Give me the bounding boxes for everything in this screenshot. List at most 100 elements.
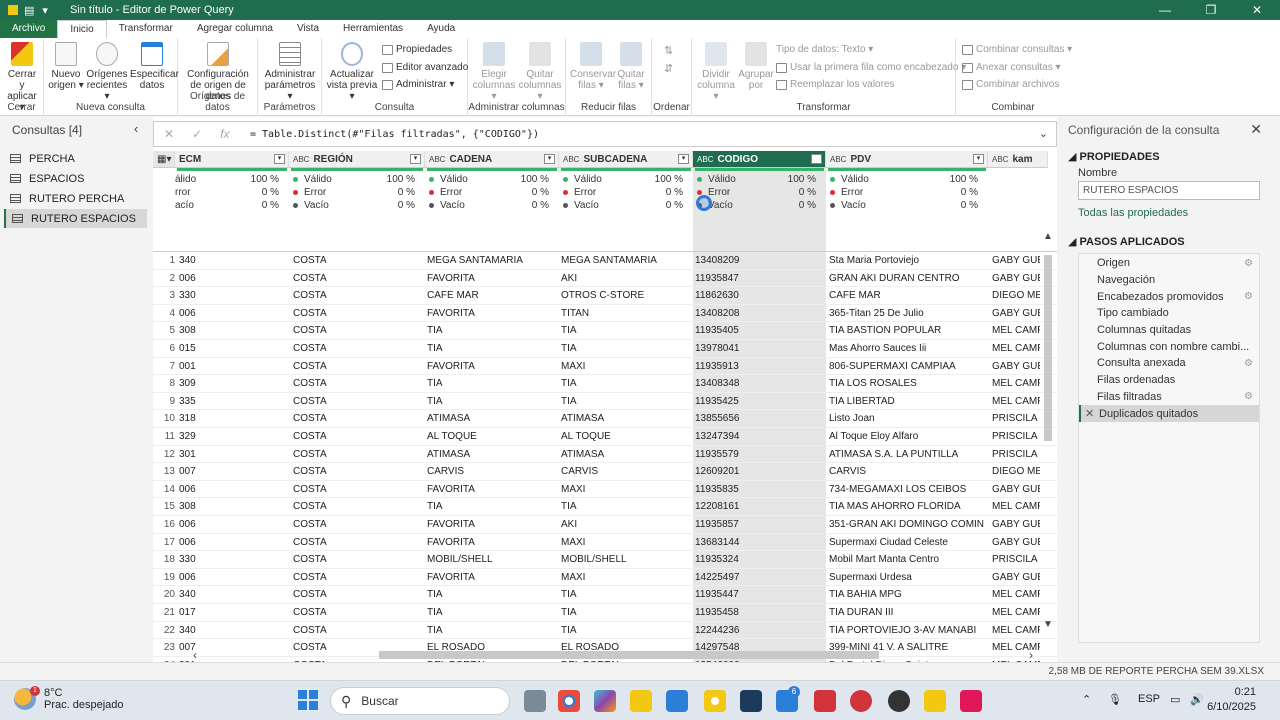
- table-row[interactable]: 5 308 COSTA TIA TIA 11935405 TIA BASTION POPUL…: [153, 322, 1057, 340]
- table-cell[interactable]: 329: [179, 431, 196, 442]
- table-cell[interactable]: 017: [179, 607, 196, 618]
- filter-dropdown-icon[interactable]: ▾: [678, 154, 689, 164]
- table-cell[interactable]: AL TOQUE: [561, 431, 611, 442]
- step-settings-gear-icon[interactable]: ⚙: [1244, 291, 1253, 302]
- table-cell[interactable]: COSTA: [293, 396, 327, 407]
- append-queries-button[interactable]: Anexar consultas ▾: [962, 62, 1061, 73]
- table-cell[interactable]: MAXI: [561, 361, 585, 372]
- table-row[interactable]: 15 308 COSTA TIA TIA 12208161 TIA MAS AHORRO F…: [153, 498, 1057, 516]
- table-cell[interactable]: AL TOQUE: [427, 431, 477, 442]
- table-cell[interactable]: 11935835: [695, 484, 739, 495]
- table-cell[interactable]: GABY GUER: [992, 361, 1040, 372]
- table-cell[interactable]: ATIMASA: [427, 449, 470, 460]
- table-cell[interactable]: Mobil Mart Manta Centro: [829, 554, 939, 565]
- table-cell[interactable]: 13408208: [695, 308, 740, 319]
- browser-icon[interactable]: [704, 690, 726, 712]
- table-cell[interactable]: TIA: [427, 607, 443, 618]
- table-cell[interactable]: 006: [179, 273, 196, 284]
- recent-sources-button[interactable]: Orígenes recientes ▾: [86, 42, 128, 102]
- table-cell[interactable]: DIEGO MER: [992, 290, 1040, 301]
- netflix-icon[interactable]: [814, 690, 836, 712]
- fx-icon[interactable]: fx: [220, 127, 229, 141]
- table-cell[interactable]: GABY GUER: [992, 572, 1040, 583]
- table-cell[interactable]: FAVORITA: [427, 273, 475, 284]
- applied-step[interactable]: Filas filtradas ⚙: [1079, 389, 1259, 406]
- table-cell[interactable]: COSTA: [293, 589, 327, 600]
- table-row[interactable]: 13 007 COSTA CARVIS CARVIS 12609201 CARVIS DIEG…: [153, 463, 1057, 481]
- quick-access-dropdown-icon[interactable]: ▾: [42, 4, 48, 17]
- table-cell[interactable]: 340: [179, 255, 196, 266]
- table-cell[interactable]: GABY GUER: [992, 484, 1040, 495]
- table-cell[interactable]: CAFÉ MAR: [427, 290, 479, 301]
- table-row[interactable]: 1 340 COSTA MEGA SANTAMARIA MEGA SANTAMARIA 1…: [153, 252, 1057, 270]
- table-cell[interactable]: COSTA: [293, 449, 327, 460]
- step-settings-gear-icon[interactable]: ⚙: [1244, 358, 1253, 369]
- table-row[interactable]: 2 006 COSTA FAVORITA AKI 11935847 GRAN AKI DUR…: [153, 270, 1057, 288]
- collapse-pane-icon[interactable]: ‹: [134, 121, 138, 136]
- table-row[interactable]: 9 335 COSTA TIA TIA 11935425 TIA LIBERTAD MEL C…: [153, 393, 1057, 411]
- query-name-input[interactable]: RUTERO ESPACIOS: [1078, 181, 1260, 200]
- commit-formula-icon[interactable]: ✓: [192, 127, 202, 141]
- query-item-rutero-percha[interactable]: RUTERO PERCHA: [4, 189, 147, 208]
- table-cell[interactable]: 351-GRAN AKI DOMINGO COMIN: [829, 519, 984, 530]
- table-cell[interactable]: COSTA: [293, 325, 327, 336]
- table-cell[interactable]: TIA: [561, 378, 577, 389]
- table-cell[interactable]: 12208161: [695, 501, 740, 512]
- table-row[interactable]: 19 006 COSTA FAVORITA MAXI 14225497 Supermaxi …: [153, 569, 1057, 587]
- table-cell[interactable]: 11935425: [695, 396, 739, 407]
- text-type-icon[interactable]: ABC: [830, 155, 846, 164]
- table-cell[interactable]: COSTA: [293, 273, 327, 284]
- table-cell[interactable]: MEL CAMPC: [992, 378, 1040, 389]
- table-cell[interactable]: Supermaxi Urdesa: [829, 572, 912, 583]
- table-menu-icon[interactable]: ▦▾: [153, 151, 175, 168]
- table-cell[interactable]: TIA: [427, 501, 443, 512]
- properties-section[interactable]: ◢ PROPIEDADES: [1068, 150, 1160, 163]
- tab-herramientas[interactable]: Herramientas: [331, 20, 415, 38]
- tab-inicio[interactable]: Inicio: [57, 20, 107, 38]
- table-cell[interactable]: TIA MAS AHORRO FLORIDA: [829, 501, 961, 512]
- table-row[interactable]: 10 318 COSTA ATIMASA ATIMASA 13855656 Listo Jo…: [153, 410, 1057, 428]
- tab-vista[interactable]: Vista: [285, 20, 331, 38]
- delete-step-icon[interactable]: ✕: [1085, 407, 1094, 420]
- table-row[interactable]: 17 006 COSTA FAVORITA MAXI 13683144 Supermaxi …: [153, 534, 1057, 552]
- maximize-button[interactable]: ❐: [1188, 0, 1234, 20]
- table-cell[interactable]: COSTA: [293, 484, 327, 495]
- table-cell[interactable]: COSTA: [293, 501, 327, 512]
- table-cell[interactable]: PRISCILA QU: [992, 554, 1040, 565]
- table-cell[interactable]: COSTA: [293, 308, 327, 319]
- tab-ayuda[interactable]: Ayuda: [415, 20, 467, 38]
- sort-descending-icon[interactable]: ⇵: [664, 62, 673, 75]
- scroll-up-icon[interactable]: ▲: [1043, 231, 1053, 242]
- table-cell[interactable]: 13408348: [695, 378, 740, 389]
- start-button[interactable]: [298, 690, 318, 710]
- table-cell[interactable]: MEL CAMPC: [992, 501, 1040, 512]
- table-cell[interactable]: 13683144: [695, 537, 740, 548]
- table-cell[interactable]: COSTA: [293, 255, 327, 266]
- table-cell[interactable]: FAVORITA: [427, 519, 475, 530]
- manage-parameters-button[interactable]: Administrar parámetros ▾: [262, 42, 318, 102]
- table-cell[interactable]: GRAN AKI DURAN CENTRO: [829, 273, 960, 284]
- table-cell[interactable]: MEGA SANTAMARIA: [561, 255, 657, 266]
- table-cell[interactable]: ATIMASA: [561, 413, 604, 424]
- remove-rows-button[interactable]: Quitar filas ▾: [612, 42, 650, 91]
- table-cell[interactable]: COSTA: [293, 519, 327, 530]
- table-cell[interactable]: TIA PORTOVIEJO 3-AV MANABI: [829, 625, 976, 636]
- text-type-icon[interactable]: ABC: [293, 155, 309, 164]
- remove-columns-button[interactable]: Quitar columnas ▾: [518, 42, 562, 102]
- table-cell[interactable]: 11935324: [695, 554, 739, 565]
- media-icon[interactable]: [740, 690, 762, 712]
- formula-text[interactable]: = Table.Distinct(#"Filas filtradas", {"C…: [250, 129, 539, 140]
- table-cell[interactable]: TIA DURAN III: [829, 607, 893, 618]
- table-cell[interactable]: TIA: [561, 589, 577, 600]
- table-cell[interactable]: Sta Maria Portoviejo: [829, 255, 919, 266]
- table-cell[interactable]: 006: [179, 484, 196, 495]
- minimize-button[interactable]: —: [1142, 0, 1188, 20]
- table-cell[interactable]: MEL CAMPC: [992, 325, 1040, 336]
- power-bi-icon[interactable]: [924, 690, 946, 712]
- table-cell[interactable]: 006: [179, 537, 196, 548]
- group-by-button[interactable]: Agrupar por: [738, 42, 774, 91]
- table-cell[interactable]: COSTA: [293, 343, 327, 354]
- applied-step[interactable]: ✕ Duplicados quitados: [1079, 405, 1259, 422]
- table-row[interactable]: 12 301 COSTA ATIMASA ATIMASA 11935579 ATIMASA …: [153, 446, 1057, 464]
- table-cell[interactable]: OTROS C-STORE: [561, 290, 644, 301]
